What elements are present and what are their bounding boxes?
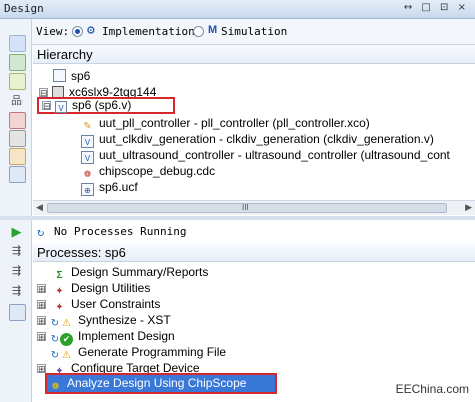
window-controls[interactable]: ↔ □ ⊡ × xyxy=(404,2,469,13)
process-design-summary[interactable]: Σ Design Summary/Reports xyxy=(53,264,208,281)
expand-icon[interactable]: ⊞ xyxy=(37,284,46,294)
tree-item-label: uut_pll_controller - pll_controller (pll… xyxy=(99,116,370,130)
implementation-gear-icon: ⚙ xyxy=(87,23,95,38)
processes-tree: Σ Design Summary/Reports ⊞ ✦ Design Utiliti… xyxy=(33,262,475,402)
constraints-file-icon: ⊕ xyxy=(81,183,94,196)
processes-header: Processes: sp6 xyxy=(33,244,475,262)
process-label: Generate Programming File xyxy=(78,345,227,359)
tree-item-pll-controller[interactable]: ✎ uut_pll_controller - pll_controller (pl… xyxy=(81,115,370,132)
view-label: View: xyxy=(36,25,70,38)
process-properties-icon[interactable] xyxy=(9,304,26,321)
tree-item-chipscope-cdc[interactable]: ❁ chipscope_debug.cdc xyxy=(81,163,215,180)
panel-splitter[interactable] xyxy=(0,216,475,220)
expand-icon[interactable]: ⊞ xyxy=(37,364,46,374)
scroll-right-icon[interactable]: ▶ xyxy=(465,202,472,213)
implementation-label[interactable]: Implementation xyxy=(102,25,195,38)
tree-item-top-module[interactable]: ⊟ Vsp6 (sp6.v) xyxy=(37,97,175,114)
tree-item-label: sp6.ucf xyxy=(99,180,138,194)
process-user-constraints[interactable]: ⊞ ✦ User Constraints xyxy=(37,296,160,313)
tree-item-label: chipscope_debug.cdc xyxy=(99,164,216,178)
expand-icon[interactable]: ⊞ xyxy=(37,316,46,326)
panel-titlebar: Design ↔ □ ⊡ × xyxy=(0,0,475,19)
edit-icon[interactable] xyxy=(9,148,26,165)
process-synthesize[interactable]: ⊞ ↻ ⚠ Synthesize - XST xyxy=(37,312,171,329)
new-source-icon[interactable] xyxy=(9,35,26,52)
collapse-icon[interactable]: ⊟ xyxy=(42,101,51,111)
process-label: Synthesize - XST xyxy=(78,313,171,327)
refresh-icon: ↻ xyxy=(37,225,45,239)
implementation-radio[interactable] xyxy=(72,26,83,37)
process-label: Design Summary/Reports xyxy=(71,265,209,279)
simulation-radio[interactable] xyxy=(193,26,204,37)
scroll-left-icon[interactable]: ◀ xyxy=(36,202,43,213)
left-toolbar: 品 ▶ ⇶ ⇶ ⇶ xyxy=(0,19,32,402)
expand-icon[interactable]: ⊞ xyxy=(37,332,46,342)
run-icon[interactable]: ▶ xyxy=(9,224,24,239)
project-icon xyxy=(53,69,66,82)
tree-item-ultrasound-controller[interactable]: Vuut_ultrasound_controller - ultrasound_… xyxy=(81,147,450,164)
expand-icon[interactable]: ⊞ xyxy=(37,300,46,310)
scroll-thumb[interactable]: III xyxy=(47,203,447,213)
status-text: No Processes Running xyxy=(54,225,187,238)
tree-item-ucf[interactable]: ⊕ sp6.ucf xyxy=(81,179,138,196)
properties-icon[interactable] xyxy=(9,130,26,147)
remove-source-icon[interactable] xyxy=(9,112,26,129)
watermark: EEChina.com xyxy=(395,382,469,396)
add-copy-icon[interactable] xyxy=(9,73,26,90)
process-status: ↻ No Processes Running xyxy=(32,222,475,242)
hierarchy-tree: sp6 ⊟ xc6slx9-2tqg144 ⊟ Vsp6 (sp6.v) ✎ uut_… xyxy=(33,64,475,200)
process-design-utilities[interactable]: ⊞ ✦ Design Utilities xyxy=(37,280,150,297)
scroll-grip: III xyxy=(242,203,249,212)
hierarchy-hscrollbar[interactable]: ◀ III ▶ xyxy=(33,200,475,215)
panel-title: Design xyxy=(4,2,44,15)
tree-item-label: sp6 (sp6.v) xyxy=(72,98,132,112)
rerun-icon[interactable]: ⇶ xyxy=(9,244,24,259)
view-icon[interactable] xyxy=(9,166,26,183)
simulation-label[interactable]: Simulation xyxy=(221,25,287,38)
view-bar: View: ⚙ Implementation M Simulation xyxy=(32,19,475,45)
tree-item-label: uut_ultrasound_controller - ultrasound_c… xyxy=(99,148,450,162)
process-generate-programming-file[interactable]: ↻ ⚠ Generate Programming File xyxy=(50,344,226,361)
hierarchy-icon[interactable]: 品 xyxy=(9,94,24,109)
process-implement-design[interactable]: ⊞ ↻ ✔ Implement Design xyxy=(37,328,175,346)
hierarchy-title: Hierarchy xyxy=(37,47,93,62)
annotation-box xyxy=(45,373,277,394)
hierarchy-header: Hierarchy xyxy=(33,45,475,64)
process-label: User Constraints xyxy=(71,297,161,311)
add-source-icon[interactable] xyxy=(9,54,26,71)
verilog-module-icon: V xyxy=(55,101,67,113)
tree-item-clkdiv-generation[interactable]: Vuut_clkdiv_generation - clkdiv_generati… xyxy=(81,131,434,148)
simulation-m-icon: M xyxy=(208,24,218,36)
tree-item-label: uut_clkdiv_generation - clkdiv_generatio… xyxy=(99,132,434,146)
tree-item-project[interactable]: sp6 xyxy=(53,68,90,85)
processes-title: Processes: sp6 xyxy=(37,245,126,260)
tree-item-label: sp6 xyxy=(71,69,91,83)
process-label: Implement Design xyxy=(78,329,175,343)
stop-icon[interactable]: ⇶ xyxy=(9,284,24,299)
rerun-all-icon[interactable]: ⇶ xyxy=(9,264,24,279)
process-label: Design Utilities xyxy=(71,281,151,295)
collapse-icon[interactable]: ⊟ xyxy=(39,88,48,98)
